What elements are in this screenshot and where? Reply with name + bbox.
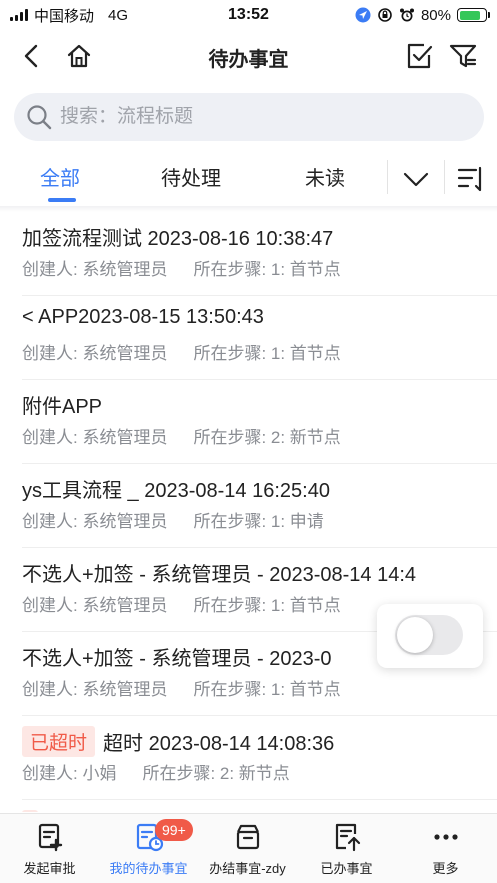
battery-label: 80% (420, 6, 451, 24)
sort-icon[interactable] (456, 164, 486, 194)
bottom-tab-label: 我的待办事宜 (109, 861, 188, 876)
item-title-text: 超时 2023-08-14 14:08:36 (103, 733, 335, 755)
bottom-tab-done[interactable]: 已办事宜 (297, 814, 396, 883)
item-step: 所在步骤: 1: 申请 (193, 512, 324, 531)
item-title: ys工具流程 _ 2023-08-14 16:25:40 (22, 480, 330, 502)
bottom-tab-label: 更多 (432, 861, 459, 876)
bottom-tab-archive[interactable]: 办结事宜-zdy (198, 814, 297, 883)
item-creator: 创建人: 系统管理员 (22, 596, 168, 615)
item-step: 所在步骤: 1: 首节点 (193, 596, 341, 615)
item-meta: 创建人: 系统管理员 所在步骤: 1: 首节点 (22, 591, 341, 616)
todo-list: 加签流程测试 2023-08-16 10:38:47 创建人: 系统管理员所在步… (0, 212, 497, 812)
rotation-lock-icon (378, 8, 392, 22)
item-meta: 创建人: 系统管理员 所在步骤: 1: 首节点 (22, 255, 341, 280)
bottom-tab-start-approval[interactable]: 发起审批 (0, 814, 99, 883)
toggle-knob (397, 617, 433, 653)
item-title: 不选人+加签 - 系统管理员 - 2023-08-14 14:4 (22, 564, 417, 586)
item-meta: 创建人: 系统管理员 所在步骤: 1: 首节点 (22, 339, 341, 364)
tab-divider (444, 160, 445, 194)
tab-active-indicator (48, 198, 76, 202)
status-left: 中国移动 4G (10, 5, 128, 26)
tab-bar: 全部 待处理 未读 (0, 150, 497, 206)
tab-pending[interactable]: 待处理 (161, 162, 221, 191)
list-item[interactable]: < APP2023-08-15 13:50:43 创建人: 系统管理员 所在步骤:… (0, 296, 497, 380)
item-title: < APP2023-08-15 13:50:43 (22, 306, 264, 328)
item-title: 不选人+加签 - 系统管理员 - 2023-0 (22, 648, 332, 670)
tab-divider (387, 160, 388, 194)
bottom-tab-more[interactable]: 更多 (396, 814, 495, 883)
item-creator: 创建人: 小娟 (22, 764, 117, 783)
chevron-down-icon[interactable] (401, 164, 431, 194)
alarm-icon (399, 8, 414, 22)
overdue-badge: 已超时 (22, 726, 96, 757)
item-title: 附件APP (22, 396, 103, 418)
bottom-tab-bar: 发起审批 我的待办事宜 99+ 办结事宜-zdy 已办事宜 更多 (0, 813, 497, 883)
item-creator: 创建人: 系统管理员 (22, 680, 168, 699)
item-meta: 创建人: 系统管理员 所在步骤: 2: 新节点 (22, 423, 341, 448)
item-step: 所在步骤: 1: 首节点 (193, 344, 341, 363)
item-meta: 创建人: 小娟 所在步骤: 2: 新节点 (22, 759, 290, 784)
list-item[interactable]: 加签流程测试 2023-08-16 10:38:47 创建人: 系统管理员 所在步… (0, 212, 497, 296)
archive-icon (236, 824, 259, 850)
done-icon (335, 823, 360, 852)
list-item[interactable]: ys工具流程 _ 2023-08-14 16:25:40 创建人: 系统管理员 所… (0, 464, 497, 548)
location-icon (355, 7, 371, 23)
battery-icon (457, 8, 490, 22)
bottom-tab-label: 已办事宜 (320, 861, 373, 876)
nav-bar: 待办事宜 (0, 30, 497, 82)
more-icon (433, 834, 458, 840)
item-title: 加签流程测试 2023-08-16 10:38:47 (22, 228, 334, 250)
search-bar[interactable] (14, 93, 484, 141)
item-title (22, 810, 46, 812)
signal-icon (10, 9, 28, 21)
status-bar: 中国移动 4G 13:52 80% (0, 0, 497, 30)
search-input[interactable] (60, 106, 460, 128)
start-approval-icon (38, 823, 62, 852)
item-meta: 创建人: 系统管理员 所在步骤: 1: 申请 (22, 507, 324, 532)
item-title: 已超时 超时 2023-08-14 14:08:36 (22, 726, 334, 757)
tab-unread[interactable]: 未读 (305, 162, 345, 191)
item-step: 所在步骤: 2: 新节点 (193, 428, 341, 447)
item-creator: 创建人: 系统管理员 (22, 260, 168, 279)
bottom-tab-label: 办结事宜-zdy (209, 861, 286, 876)
batch-check-icon[interactable] (404, 41, 434, 71)
tab-all[interactable]: 全部 (40, 162, 80, 191)
search-icon (27, 105, 52, 130)
item-creator: 创建人: 系统管理员 (22, 512, 168, 531)
list-item[interactable] (0, 800, 497, 812)
carrier-label: 中国移动 (34, 7, 95, 25)
item-creator: 创建人: 系统管理员 (22, 428, 168, 447)
item-step: 所在步骤: 1: 首节点 (193, 680, 341, 699)
overdue-badge (22, 810, 38, 812)
network-label: 4G (108, 6, 129, 24)
toggle-switch[interactable] (395, 615, 463, 655)
filter-icon[interactable] (448, 41, 478, 71)
item-step: 所在步骤: 2: 新节点 (142, 764, 290, 783)
bottom-tab-label: 发起审批 (23, 861, 76, 876)
item-creator: 创建人: 系统管理员 (22, 344, 168, 363)
list-item[interactable]: 已超时 超时 2023-08-14 14:08:36 创建人: 小娟 所在步骤: 2… (0, 716, 497, 800)
item-meta: 创建人: 系统管理员 所在步骤: 1: 首节点 (22, 675, 341, 700)
floating-toggle-card (377, 604, 483, 668)
todo-count-badge: 99+ (155, 819, 193, 841)
list-item[interactable]: 附件APP 创建人: 系统管理员 所在步骤: 2: 新节点 (0, 380, 497, 464)
status-right: 80% (355, 6, 490, 24)
item-step: 所在步骤: 1: 首节点 (193, 260, 341, 279)
